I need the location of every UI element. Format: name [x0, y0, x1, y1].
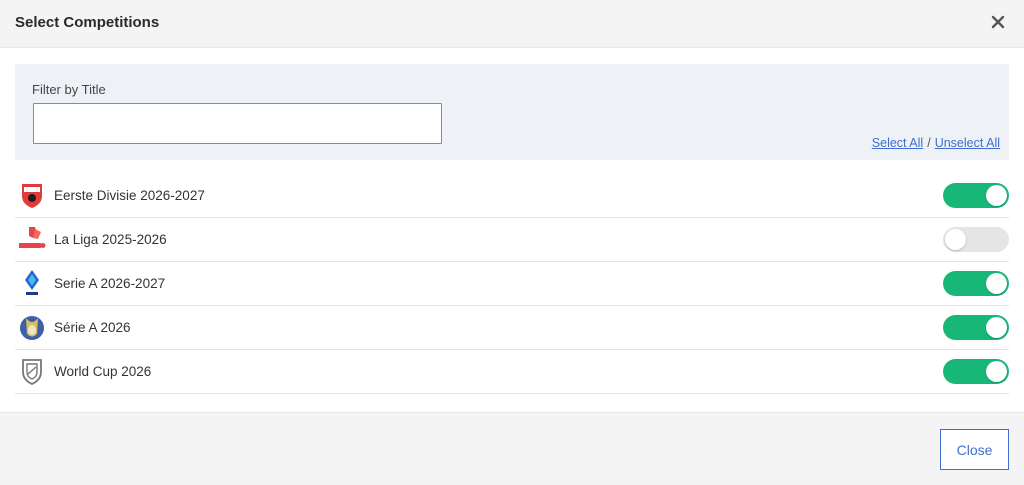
competition-name: Série A 2026: [54, 320, 131, 335]
toggle-knob: [986, 317, 1007, 338]
brasileirao-logo-icon: [17, 312, 47, 342]
competition-row: World Cup 2026: [15, 350, 1009, 394]
select-links: Select All / Unselect All: [872, 136, 1000, 150]
close-button[interactable]: Close: [940, 429, 1009, 470]
filter-title-input[interactable]: [33, 103, 442, 144]
toggle-knob: [986, 185, 1007, 206]
competition-name: La Liga 2025-2026: [54, 232, 167, 247]
serie-a-logo-icon: [17, 268, 47, 298]
la-liga-logo-icon: [17, 224, 47, 254]
eerste-divisie-logo-icon: [17, 180, 47, 210]
modal-header: Select Competitions: [0, 0, 1024, 48]
select-competitions-modal: Select Competitions Filter by Title Sele…: [0, 0, 1024, 485]
competition-row: Serie A 2026-2027: [15, 262, 1009, 306]
competition-name: Serie A 2026-2027: [54, 276, 166, 291]
select-separator: /: [927, 136, 931, 150]
world-cup-shield-icon: [17, 356, 47, 386]
select-all-link[interactable]: Select All: [872, 136, 923, 150]
filter-panel: Filter by Title Select All / Unselect All: [15, 64, 1009, 160]
competition-row: Série A 2026: [15, 306, 1009, 350]
toggle-knob: [986, 361, 1007, 382]
competition-name: World Cup 2026: [54, 364, 152, 379]
competition-list: Eerste Divisie 2026-2027 La Liga 2025-20…: [15, 174, 1009, 394]
modal-title: Select Competitions: [15, 14, 160, 31]
competition-toggle[interactable]: [943, 359, 1009, 384]
close-icon[interactable]: [986, 10, 1010, 34]
competition-row: La Liga 2025-2026: [15, 218, 1009, 262]
competition-name: Eerste Divisie 2026-2027: [54, 188, 205, 203]
toggle-knob: [945, 229, 966, 250]
competition-row: Eerste Divisie 2026-2027: [15, 174, 1009, 218]
filter-label: Filter by Title: [32, 82, 106, 97]
competition-toggle[interactable]: [943, 183, 1009, 208]
competition-toggle[interactable]: [943, 271, 1009, 296]
unselect-all-link[interactable]: Unselect All: [935, 136, 1000, 150]
competition-toggle[interactable]: [943, 227, 1009, 252]
modal-footer: Close: [0, 412, 1024, 485]
competition-toggle[interactable]: [943, 315, 1009, 340]
toggle-knob: [986, 273, 1007, 294]
